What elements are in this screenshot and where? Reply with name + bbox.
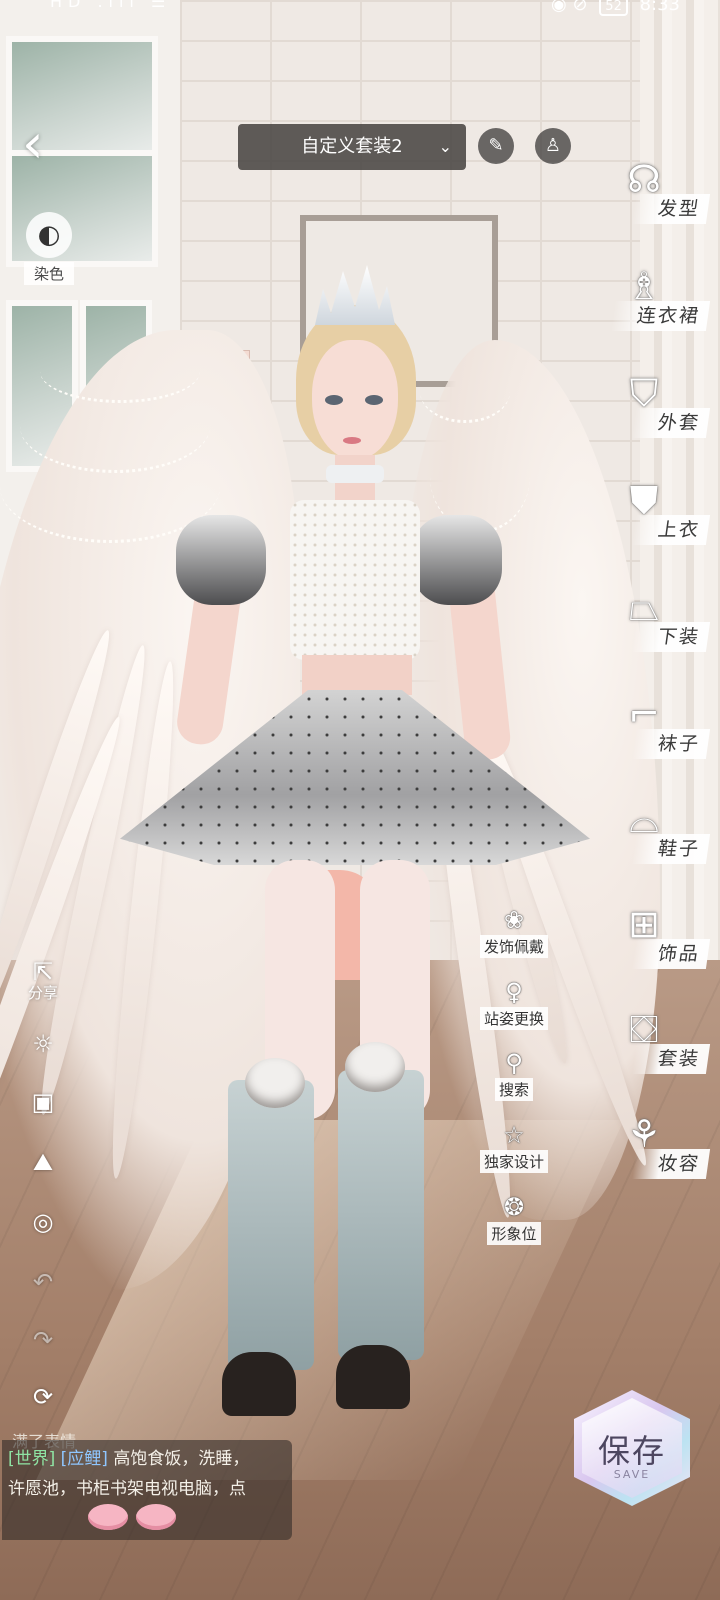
save-label: 保存 <box>597 1432 666 1470</box>
category-label: 上衣 <box>631 515 711 545</box>
category-bottom[interactable]: ⏢ 下装 <box>608 578 711 673</box>
slot-icon: ❂ <box>503 1193 525 1221</box>
share-button[interactable]: ⇱ 分享 <box>22 958 64 1003</box>
dress-icon: ♙ <box>544 135 562 156</box>
redo-icon: ↷ <box>32 1326 54 1354</box>
leg-warmer <box>338 1070 424 1360</box>
eye <box>325 395 343 405</box>
action-label: 形象位 <box>487 1222 541 1245</box>
camera-button[interactable]: ▣ <box>22 1088 64 1116</box>
category-shoes[interactable]: ⌓ 鞋子 <box>608 790 711 885</box>
category-label: 外套 <box>631 408 711 438</box>
shoulder-ruffle <box>176 515 266 605</box>
character-top <box>290 500 420 660</box>
exclusive-design-button[interactable]: ☆ 独家设计 <box>474 1120 554 1173</box>
refresh-icon: ⟳ <box>32 1383 54 1411</box>
image-slot-button[interactable]: ❂ 形象位 <box>474 1192 554 1245</box>
dye-label: 染色 <box>23 262 74 285</box>
hair-accessory-icon: ❀ <box>503 906 525 934</box>
emoji-row <box>88 1504 286 1540</box>
category-label: 妆容 <box>631 1149 711 1179</box>
battery-indicator: 52 <box>599 0 628 16</box>
chat-message: 高饱食饭，洗睡， <box>113 1449 250 1469</box>
chevron-down-icon: ⌄ <box>438 137 452 156</box>
save-sublabel: SAVE <box>613 1468 651 1481</box>
reset-button[interactable]: ⟳ <box>22 1383 64 1411</box>
search-button[interactable]: ⚲ 搜索 <box>474 1048 554 1101</box>
category-socks[interactable]: ⌐ 袜子 <box>608 685 711 780</box>
outfit-selector[interactable]: 自定义套装2 ⌄ <box>238 124 466 170</box>
category-label: 套装 <box>631 1044 711 1074</box>
dye-button[interactable]: ◐ 染色 <box>18 212 80 285</box>
brush-icon: ✎ <box>488 135 504 156</box>
status-bar: HD .ıll ☰ ◉ ⊘ 52 8:33 <box>0 0 720 16</box>
category-label: 袜子 <box>631 729 711 759</box>
shoe <box>336 1345 410 1409</box>
search-icon: ⚲ <box>505 1049 523 1077</box>
category-label: 饰品 <box>631 939 711 969</box>
pose-change-button[interactable]: ♀ 站姿更换 <box>474 977 554 1030</box>
chat-message-line2: 许愿池，书柜书架电视电脑，点 <box>8 1479 246 1499</box>
fur-cuff <box>345 1042 405 1092</box>
category-hair[interactable]: ☊ 发型 <box>608 150 711 245</box>
eye-status-icon: ◉ <box>551 0 567 15</box>
redo-button[interactable]: ↷ <box>22 1326 64 1354</box>
category-dress[interactable]: ♗ 连衣裙 <box>608 257 711 352</box>
signal-indicators: HD .ıll ☰ <box>50 0 172 11</box>
background-button[interactable]: ⛰ <box>22 1148 64 1176</box>
pose-icon: ♀ <box>505 978 523 1006</box>
clock: 8:33 <box>639 0 680 15</box>
eye <box>365 395 383 405</box>
leg-warmer <box>228 1080 314 1370</box>
shoe <box>222 1352 296 1416</box>
brush-button[interactable]: ✎ <box>478 128 514 164</box>
save-button[interactable]: 保存 SAVE <box>574 1390 690 1506</box>
world-chat-box[interactable]: [世界] [应鲤] 高饱食饭，洗睡， 许愿池，书柜书架电视电脑，点 <box>2 1440 292 1540</box>
star-icon: ☆ <box>503 1121 525 1149</box>
pig-emoji-icon <box>136 1504 176 1530</box>
category-makeup[interactable]: ⚘ 妆容 <box>608 1105 711 1200</box>
chevron-left-icon: ‹ <box>22 112 44 175</box>
dress-view-button[interactable]: ♙ <box>535 128 571 164</box>
category-label: 连衣裙 <box>610 301 711 331</box>
light-button[interactable]: ☼ <box>22 1030 64 1058</box>
pig-emoji-icon <box>88 1504 128 1530</box>
chat-channel: [世界] <box>8 1449 56 1469</box>
pearl-strand <box>420 360 510 423</box>
sun-icon: ☼ <box>32 1030 54 1058</box>
category-label: 鞋子 <box>631 834 711 864</box>
shoulder-ruffle <box>412 515 502 605</box>
chat-sender[interactable]: [应鲤] <box>61 1449 108 1469</box>
undo-button[interactable]: ↶ <box>22 1268 64 1296</box>
category-label: 发型 <box>631 194 711 224</box>
action-label: 发饰佩戴 <box>479 935 548 958</box>
choker <box>326 465 384 483</box>
action-label: 搜索 <box>494 1078 533 1101</box>
back-button[interactable]: ‹ <box>22 117 74 171</box>
fur-cuff <box>245 1058 305 1108</box>
category-accessories[interactable]: ⊞ 饰品 <box>608 895 711 990</box>
action-label: 独家设计 <box>479 1150 548 1173</box>
eye-icon: ◎ <box>32 1208 54 1236</box>
outfit-name: 自定义套装2 <box>301 136 403 157</box>
image-icon: ⛰ <box>32 1148 54 1176</box>
category-outfit-set[interactable]: ⛋ 套装 <box>608 1000 711 1095</box>
category-label: 下装 <box>631 622 711 652</box>
category-coat[interactable]: ⛉ 外套 <box>608 364 711 459</box>
chat-line: [世界] [应鲤] 高饱食饭，洗睡， <box>8 1444 286 1474</box>
undo-icon: ↶ <box>32 1268 54 1296</box>
camera-icon: ▣ <box>31 1088 55 1116</box>
share-label: 分享 <box>27 984 58 1002</box>
lips <box>343 437 361 444</box>
hair-accessory-button[interactable]: ❀ 发饰佩戴 <box>474 905 554 958</box>
status-right: ◉ ⊘ 52 8:33 <box>551 0 680 16</box>
palette-icon: ◐ <box>26 212 72 258</box>
character-waist <box>302 655 412 695</box>
action-label: 站姿更换 <box>479 1007 548 1030</box>
hide-ui-button[interactable]: ◎ <box>22 1208 64 1236</box>
mute-icon: ⊘ <box>572 0 588 15</box>
category-top[interactable]: ⛊ 上衣 <box>608 471 711 566</box>
